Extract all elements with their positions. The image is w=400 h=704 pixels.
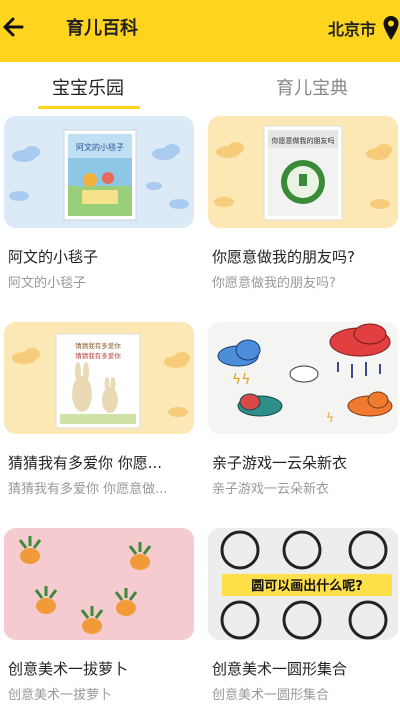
page-title: 育儿百科 [66, 18, 138, 39]
card-subtitle: 猜猜我有多爱你 你愿意做... [8, 482, 168, 497]
card-thumbnail[interactable]: 圆可以画出什么呢? [208, 528, 398, 640]
card-title: 猜猜我有多爱你 你愿... [8, 454, 163, 472]
card-thumbnail[interactable] [4, 528, 194, 640]
city-label: 北京市 [327, 20, 376, 39]
card-subtitle: 亲子游戏一云朵新衣 [212, 482, 330, 497]
card-thumbnail[interactable]: ϟϟ ϟ [208, 322, 398, 434]
category-tabs: 宝宝乐园 育儿宝典 [0, 62, 400, 108]
city-selector[interactable]: 北京市 [328, 10, 400, 46]
tab-baby-park[interactable]: 宝宝乐园 [52, 74, 124, 100]
location-pin-icon [383, 16, 399, 40]
svg-text:圆可以画出什么呢?: 圆可以画出什么呢? [251, 578, 363, 594]
svg-text:阿文的小毯子: 阿文的小毯子 [76, 142, 124, 152]
svg-text:猜猜我有多爱你: 猜猜我有多爱你 [75, 351, 121, 360]
svg-text:ϟ: ϟ [326, 411, 334, 425]
back-arrow-icon [3, 17, 24, 37]
svg-text:你愿意做我的朋友吗: 你愿意做我的朋友吗 [272, 136, 335, 145]
svg-text:猜猜我有多爱你: 猜猜我有多爱你 [75, 341, 121, 350]
top-bar: 育儿百科 北京市 [0, 0, 400, 62]
card-title: 创意美术一圆形集合 [212, 660, 348, 678]
card-title: 亲子游戏一云朵新衣 [212, 454, 348, 472]
card-subtitle: 阿文的小毯子 [8, 276, 87, 291]
card-subtitle: 创意美术一拔萝卜 [8, 688, 113, 703]
back-button[interactable] [0, 12, 30, 42]
tab-parenting-guide[interactable]: 育儿宝典 [276, 74, 348, 100]
active-tab-indicator [38, 106, 140, 109]
card-title: 你愿意做我的朋友吗? [212, 248, 355, 266]
card-thumbnail[interactable]: 猜猜我有多爱你 猜猜我有多爱你 [4, 322, 194, 434]
card-subtitle: 你愿意做我的朋友吗? [212, 276, 336, 291]
card-subtitle: 创意美术一圆形集合 [212, 688, 330, 703]
svg-text:ϟϟ: ϟϟ [232, 372, 250, 388]
card-thumbnail[interactable]: 你愿意做我的朋友吗 [208, 116, 398, 228]
card-title: 阿文的小毯子 [8, 248, 99, 266]
card-title: 创意美术一拔萝卜 [8, 660, 129, 678]
card-thumbnail[interactable]: 阿文的小毯子 [4, 116, 194, 228]
